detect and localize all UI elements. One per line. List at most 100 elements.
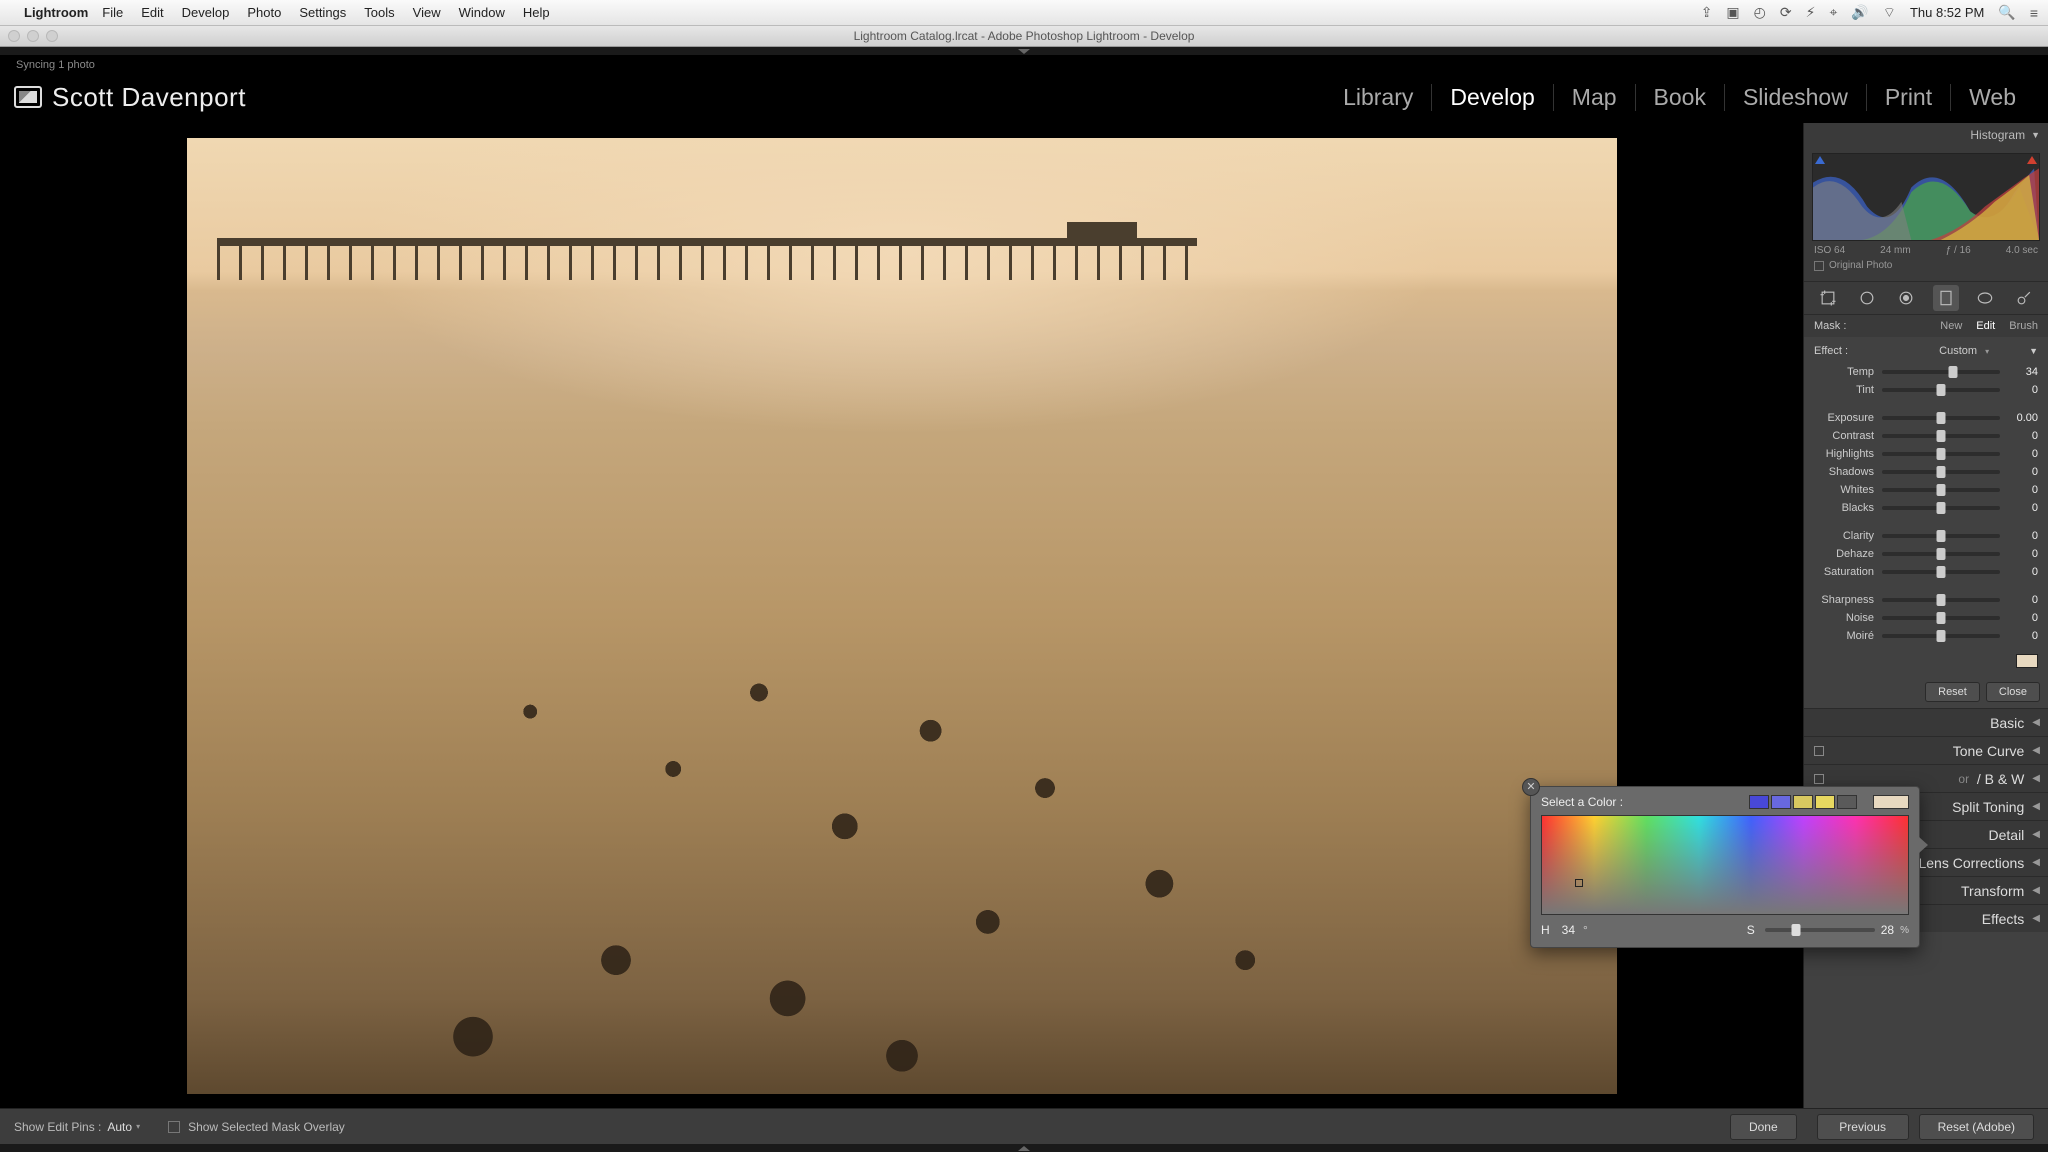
highlight-clip-icon[interactable] — [2027, 156, 2037, 164]
clock-icon[interactable]: ◴ — [1754, 4, 1766, 21]
graduated-filter-icon[interactable] — [1933, 285, 1959, 311]
close-icon[interactable]: ✕ — [1522, 778, 1540, 796]
close-button[interactable]: Close — [1986, 682, 2040, 702]
top-panel-grip[interactable] — [0, 47, 2048, 55]
preset-swatch-5[interactable] — [1837, 795, 1857, 809]
mask-edit[interactable]: Edit — [1976, 320, 1995, 332]
preset-swatch-2[interactable] — [1771, 795, 1791, 809]
color-swatch[interactable] — [2016, 654, 2038, 668]
bolt-icon[interactable]: ⚡︎ — [1806, 4, 1816, 21]
preset-swatch-1[interactable] — [1749, 795, 1769, 809]
bluetooth-icon[interactable]: ⌖ — [1829, 4, 1837, 21]
menu-icon[interactable]: ≡ — [2030, 5, 2038, 21]
menu-file[interactable]: File — [102, 5, 123, 20]
menu-view[interactable]: View — [413, 5, 441, 20]
done-button[interactable]: Done — [1730, 1114, 1797, 1140]
module-slideshow[interactable]: Slideshow — [1724, 84, 1866, 111]
redeye-tool-icon[interactable] — [1893, 285, 1919, 311]
saturation-slider[interactable] — [1765, 928, 1875, 932]
toolbox-icon[interactable]: ▣ — [1726, 4, 1739, 21]
app-name[interactable]: Lightroom — [24, 5, 88, 20]
identity-bar: Scott Davenport Library Develop Map Book… — [0, 71, 2048, 123]
dropbox-icon[interactable]: ⇪ — [1701, 4, 1713, 21]
slider-blacks[interactable]: Blacks0 — [1814, 499, 2038, 517]
menu-settings[interactable]: Settings — [299, 5, 346, 20]
color-picker-cursor[interactable] — [1575, 879, 1583, 887]
slider-exposure[interactable]: Exposure0.00 — [1814, 409, 2038, 427]
color-picker-popover: ✕ Select a Color : — [1530, 786, 1920, 948]
wifi-icon[interactable]: ⌔ — [1883, 4, 1896, 22]
shadow-clip-icon[interactable] — [1815, 156, 1825, 164]
mask-brush[interactable]: Brush — [2009, 320, 2038, 332]
menu-window[interactable]: Window — [459, 5, 505, 20]
crop-tool-icon[interactable] — [1815, 285, 1841, 311]
radial-filter-icon[interactable] — [1972, 285, 1998, 311]
hist-shutter: 4.0 sec — [2006, 245, 2038, 256]
slider-tint[interactable]: Tint0 — [1814, 381, 2038, 399]
menu-help[interactable]: Help — [523, 5, 550, 20]
mask-overlay-label: Show Selected Mask Overlay — [188, 1120, 345, 1134]
mask-row: Mask : New Edit Brush — [1804, 315, 2048, 337]
slider-contrast[interactable]: Contrast0 — [1814, 427, 2038, 445]
hue-value: 34 — [1562, 923, 1575, 937]
slider-noise[interactable]: Noise0 — [1814, 609, 2038, 627]
brush-tool-icon[interactable] — [2011, 285, 2037, 311]
volume-icon[interactable]: 🔊 — [1851, 4, 1868, 21]
photo-preview[interactable] — [187, 138, 1617, 1094]
menu-develop[interactable]: Develop — [182, 5, 230, 20]
slider-clarity[interactable]: Clarity0 — [1814, 527, 2038, 545]
reset-button[interactable]: Reset — [1925, 682, 1980, 702]
mask-overlay-checkbox[interactable] — [168, 1121, 180, 1133]
hist-aperture: ƒ / 16 — [1946, 245, 1971, 256]
effect-dropdown-icon[interactable]: ▾ — [1985, 347, 1989, 356]
color-gradient[interactable] — [1541, 815, 1909, 915]
spot-tool-icon[interactable] — [1854, 285, 1880, 311]
histogram-header[interactable]: Histogram▼ — [1804, 123, 2048, 147]
slider-temp[interactable]: Temp34 — [1814, 363, 2038, 381]
spotlight-icon[interactable]: 🔍 — [1998, 4, 2015, 21]
traffic-lights[interactable] — [8, 30, 58, 42]
previous-button[interactable]: Previous — [1817, 1114, 1909, 1140]
canvas-area: ✕ Select a Color : — [0, 123, 1803, 1108]
bottom-panel-grip[interactable] — [0, 1144, 2048, 1152]
module-book[interactable]: Book — [1635, 84, 1724, 111]
edit-pins-label: Show Edit Pins : — [14, 1120, 101, 1134]
color-picker-title: Select a Color : — [1541, 795, 1623, 809]
mask-new[interactable]: New — [1940, 320, 1962, 332]
section-basic[interactable]: Basic◀ — [1804, 708, 2048, 736]
section-tone-curve[interactable]: Tone Curve◀ — [1804, 736, 2048, 764]
slider-highlights[interactable]: Highlights0 — [1814, 445, 2038, 463]
effect-label: Effect : — [1814, 345, 1848, 357]
preset-swatch-3[interactable] — [1793, 795, 1813, 809]
histogram[interactable] — [1812, 153, 2040, 241]
hist-iso: ISO 64 — [1814, 245, 1845, 256]
edit-pins-dropdown-icon[interactable]: ▾ — [136, 1122, 140, 1131]
lightroom-logo-icon — [14, 86, 42, 108]
effect-disclosure-icon[interactable]: ▼ — [2029, 346, 2038, 356]
menu-photo[interactable]: Photo — [247, 5, 281, 20]
module-map[interactable]: Map — [1553, 84, 1635, 111]
effect-value[interactable]: Custom — [1939, 345, 1977, 357]
slider-saturation[interactable]: Saturation0 — [1814, 563, 2038, 581]
module-web[interactable]: Web — [1950, 84, 2034, 111]
module-print[interactable]: Print — [1866, 84, 1950, 111]
slider-dehaze[interactable]: Dehaze0 — [1814, 545, 2038, 563]
preset-swatch-4[interactable] — [1815, 795, 1835, 809]
right-panel: Histogram▼ ISO 64 24 mm — [1803, 123, 2048, 1108]
edit-pins-value[interactable]: Auto — [107, 1120, 132, 1134]
mask-label: Mask : — [1814, 320, 1846, 332]
slider-shadows[interactable]: Shadows0 — [1814, 463, 2038, 481]
current-color-swatch[interactable] — [1873, 795, 1909, 809]
module-develop[interactable]: Develop — [1431, 84, 1552, 111]
slider-sharpness[interactable]: Sharpness0 — [1814, 591, 2038, 609]
menubar-clock[interactable]: Thu 8:52 PM — [1910, 5, 1984, 20]
original-photo-label: Original Photo — [1829, 260, 1892, 271]
menu-edit[interactable]: Edit — [141, 5, 163, 20]
original-photo-checkbox[interactable] — [1814, 261, 1824, 271]
reset-adobe-button[interactable]: Reset (Adobe) — [1919, 1114, 2034, 1140]
menu-tools[interactable]: Tools — [364, 5, 394, 20]
module-library[interactable]: Library — [1325, 84, 1431, 111]
slider-whites[interactable]: Whites0 — [1814, 481, 2038, 499]
sync-icon[interactable]: ⟳ — [1780, 4, 1792, 21]
slider-moire[interactable]: Moiré0 — [1814, 627, 2038, 645]
